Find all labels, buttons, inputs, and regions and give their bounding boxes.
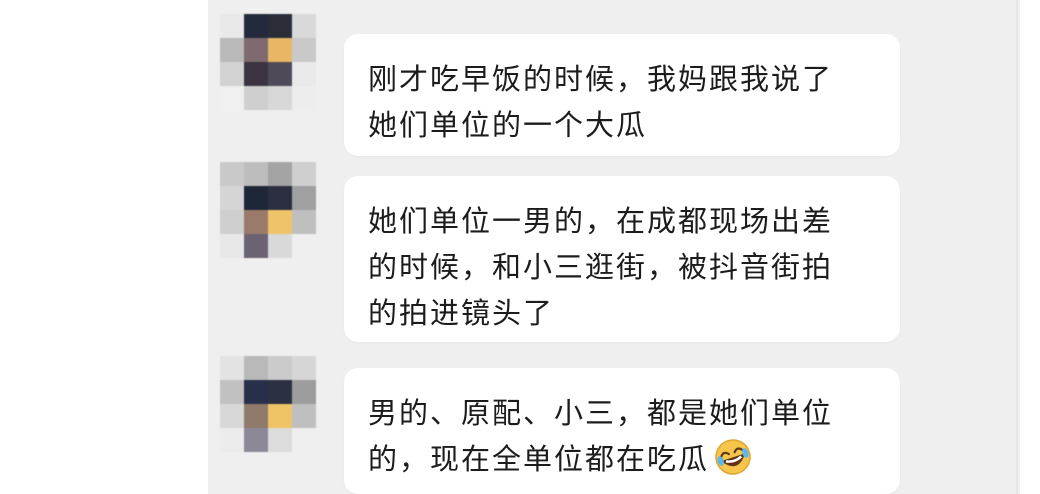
message-text: 的，现在全单位都在吃瓜 — [368, 442, 710, 476]
avatar-pixel — [244, 86, 268, 110]
avatar-pixel — [220, 86, 244, 110]
avatar-pixel — [220, 428, 244, 452]
avatar-pixel — [244, 186, 268, 210]
avatar-pixel — [292, 210, 316, 234]
avatar-pixel — [244, 14, 268, 38]
avatar-pixel — [244, 380, 268, 404]
avatar-pixel — [220, 162, 244, 186]
message-bubble[interactable]: 男的、原配、小三，都是她们单位 的，现在全单位都在吃瓜 — [344, 368, 900, 494]
avatar-pixel — [220, 356, 244, 380]
avatar-pixel — [220, 404, 244, 428]
avatar-pixel — [292, 380, 316, 404]
message-text-line: 刚才吃早饭的时候，我妈跟我说了 — [368, 62, 834, 96]
message-text-line: 男的、原配、小三，都是她们单位 — [368, 396, 834, 430]
message-text-line: 她们单位一男的，在成都现场出差 — [368, 204, 834, 238]
message-text-line: 她们单位的一个大瓜 — [368, 108, 648, 142]
avatar-pixel — [220, 380, 244, 404]
avatar-pixel — [268, 428, 292, 452]
avatar-pixel — [244, 62, 268, 86]
avatar-pixel — [268, 86, 292, 110]
avatar-pixel — [268, 38, 292, 62]
avatar-pixel — [244, 404, 268, 428]
avatar-pixel — [292, 404, 316, 428]
avatar-pixel — [292, 356, 316, 380]
message-text-line: 的时候，和小三逛街，被抖音街拍 — [368, 250, 834, 284]
avatar-pixel — [268, 62, 292, 86]
avatar-pixel — [220, 210, 244, 234]
avatar-pixel — [268, 380, 292, 404]
avatar-pixel — [220, 14, 244, 38]
avatar-pixel — [292, 428, 316, 452]
avatar-pixel — [220, 62, 244, 86]
avatar-pixel — [244, 38, 268, 62]
avatar[interactable] — [220, 356, 316, 452]
avatar-pixel — [292, 14, 316, 38]
avatar-pixel — [292, 234, 316, 258]
avatar-pixel — [292, 62, 316, 86]
avatar-pixel — [292, 162, 316, 186]
chat-screen: 刚才吃早饭的时候，我妈跟我说了 她们单位的一个大瓜 她们单位一男的，在成都现场出… — [0, 0, 1040, 494]
message-bubble[interactable]: 她们单位一男的，在成都现场出差 的时候，和小三逛街，被抖音街拍 的拍进镜头了 — [344, 176, 900, 342]
avatar-pixel — [244, 162, 268, 186]
scrollbar[interactable] — [1016, 0, 1018, 494]
avatar-pixel — [244, 356, 268, 380]
avatar-pixel — [268, 210, 292, 234]
avatar-pixel — [292, 186, 316, 210]
avatar-pixel — [220, 186, 244, 210]
avatar-pixel — [244, 428, 268, 452]
message-bubble[interactable]: 刚才吃早饭的时候，我妈跟我说了 她们单位的一个大瓜 — [344, 34, 900, 156]
message-text-line: 的，现在全单位都在吃瓜 — [368, 436, 872, 482]
avatar-pixel — [292, 86, 316, 110]
avatar-pixel — [268, 162, 292, 186]
message-text-line: 的拍进镜头了 — [368, 296, 555, 330]
avatar-pixel — [292, 38, 316, 62]
avatar[interactable] — [220, 162, 316, 258]
avatar-pixel — [268, 234, 292, 258]
avatar-pixel — [268, 356, 292, 380]
avatar-pixel — [268, 14, 292, 38]
avatar[interactable] — [220, 14, 316, 110]
avatar-pixel — [244, 210, 268, 234]
avatar-pixel — [244, 234, 268, 258]
avatar-pixel — [268, 186, 292, 210]
avatar-pixel — [268, 404, 292, 428]
avatar-pixel — [220, 234, 244, 258]
avatar-pixel — [220, 38, 244, 62]
window-edge — [1020, 0, 1040, 494]
rolling-laughing-emoji-icon — [715, 439, 751, 475]
